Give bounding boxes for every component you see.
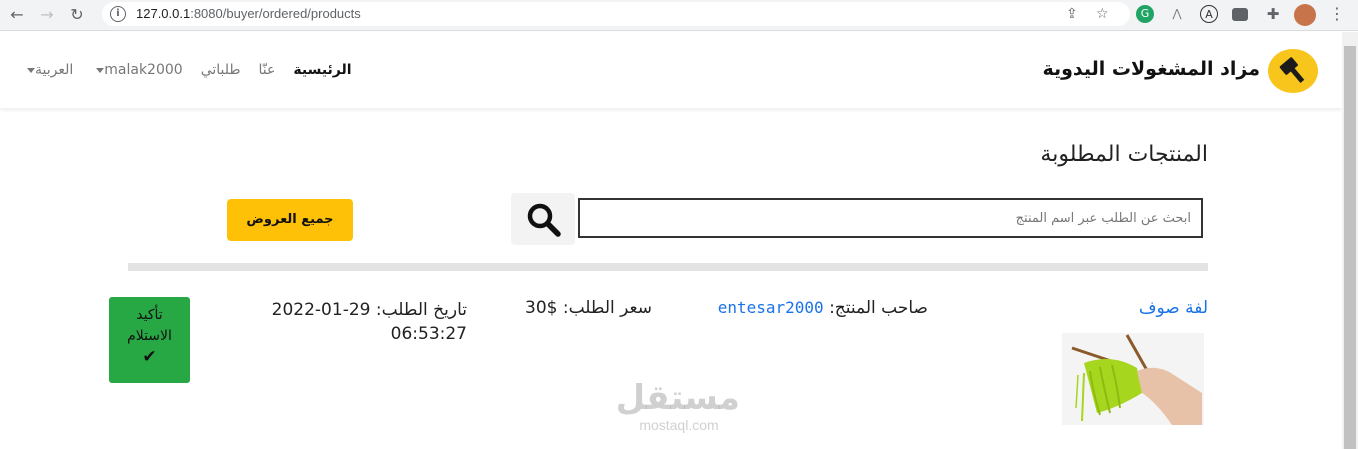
nav-my-orders[interactable]: طلباتي	[201, 62, 241, 78]
order-price: سعر الطلب: $30	[525, 298, 652, 318]
watermark-arabic: مستقل	[615, 378, 740, 418]
back-icon[interactable]: ←	[6, 5, 28, 25]
browser-toolbar: ← → ↻ i 127.0.0.1:8080/buyer/ordered/pro…	[0, 0, 1358, 31]
date-value: 29-01-2022	[271, 300, 371, 320]
page-title: المنتجات المطلوبة	[1040, 142, 1208, 167]
search-field[interactable]	[578, 198, 1203, 238]
page-scrollbar[interactable]	[1342, 32, 1358, 449]
puzzle-icon[interactable]: ✚	[1264, 5, 1282, 23]
chevron-down-icon	[27, 67, 35, 73]
url-text[interactable]: 127.0.0.1:8080/buyer/ordered/products	[136, 6, 361, 21]
product-name-link[interactable]: لفة صوف	[1139, 298, 1208, 318]
time-value: 06:53:27	[390, 324, 467, 344]
share-icon[interactable]: ⇪	[1066, 6, 1078, 22]
menu-dots-icon[interactable]: ⋮	[1328, 5, 1346, 23]
brand-name[interactable]: مزاد المشغولات اليدوية	[1042, 58, 1260, 80]
check-icon: ✔	[142, 347, 157, 367]
extension-a-icon[interactable]: ⋀	[1168, 5, 1186, 23]
price-label: سعر الطلب:	[557, 298, 652, 318]
site-navbar: مزاد المشغولات اليدوية الرئيسية عنّا طلب…	[0, 32, 1342, 108]
reload-icon[interactable]: ↻	[66, 5, 88, 25]
divider	[128, 263, 1208, 271]
all-offers-button[interactable]: جميع العروض	[227, 199, 353, 241]
user-name: malak2000	[104, 62, 183, 78]
watermark-latin: mostaql.com	[639, 417, 719, 433]
nav-about[interactable]: عنّا	[259, 62, 276, 78]
forward-icon[interactable]: →	[36, 5, 58, 25]
order-date: تاريخ الطلب: 29-01-2022 06:53:27	[244, 298, 467, 346]
price-value: $30	[525, 298, 558, 318]
user-dropdown[interactable]: malak2000	[91, 62, 183, 78]
profile-avatar[interactable]	[1294, 4, 1316, 26]
confirm-label-2: الاستلام	[127, 328, 172, 344]
date-label: تاريخ الطلب:	[370, 300, 467, 320]
info-icon[interactable]: i	[110, 6, 126, 22]
confirm-receipt-button[interactable]: تأكيد الاستلام ✔	[109, 297, 190, 383]
product-owner: صاحب المنتج: entesar2000	[718, 298, 928, 318]
search-input[interactable]	[580, 200, 1201, 236]
owner-label: صاحب المنتج:	[823, 298, 928, 318]
watermark: مستقل mostaql.com	[615, 378, 740, 433]
extension-circle-a-icon[interactable]: A	[1200, 5, 1218, 23]
camera-icon[interactable]	[1232, 8, 1248, 21]
language-label: العربية	[35, 62, 74, 78]
nav-links: الرئيسية عنّا طلباتي malak2000 العربية	[22, 62, 352, 78]
grammarly-icon[interactable]: G	[1136, 5, 1154, 23]
search-button[interactable]	[511, 193, 575, 245]
bookmark-star-icon[interactable]: ☆	[1096, 6, 1109, 22]
search-icon	[527, 203, 561, 237]
nav-home[interactable]: الرئيسية	[293, 62, 351, 78]
owner-user-link[interactable]: entesar2000	[718, 298, 824, 317]
address-bar[interactable]: i 127.0.0.1:8080/buyer/ordered/products …	[102, 2, 1130, 26]
gavel-logo-icon[interactable]	[1268, 49, 1318, 93]
language-dropdown[interactable]: العربية	[22, 62, 73, 78]
product-image	[1062, 333, 1204, 425]
scrollbar-thumb[interactable]	[1344, 46, 1356, 449]
confirm-label-1: تأكيد	[136, 307, 163, 323]
